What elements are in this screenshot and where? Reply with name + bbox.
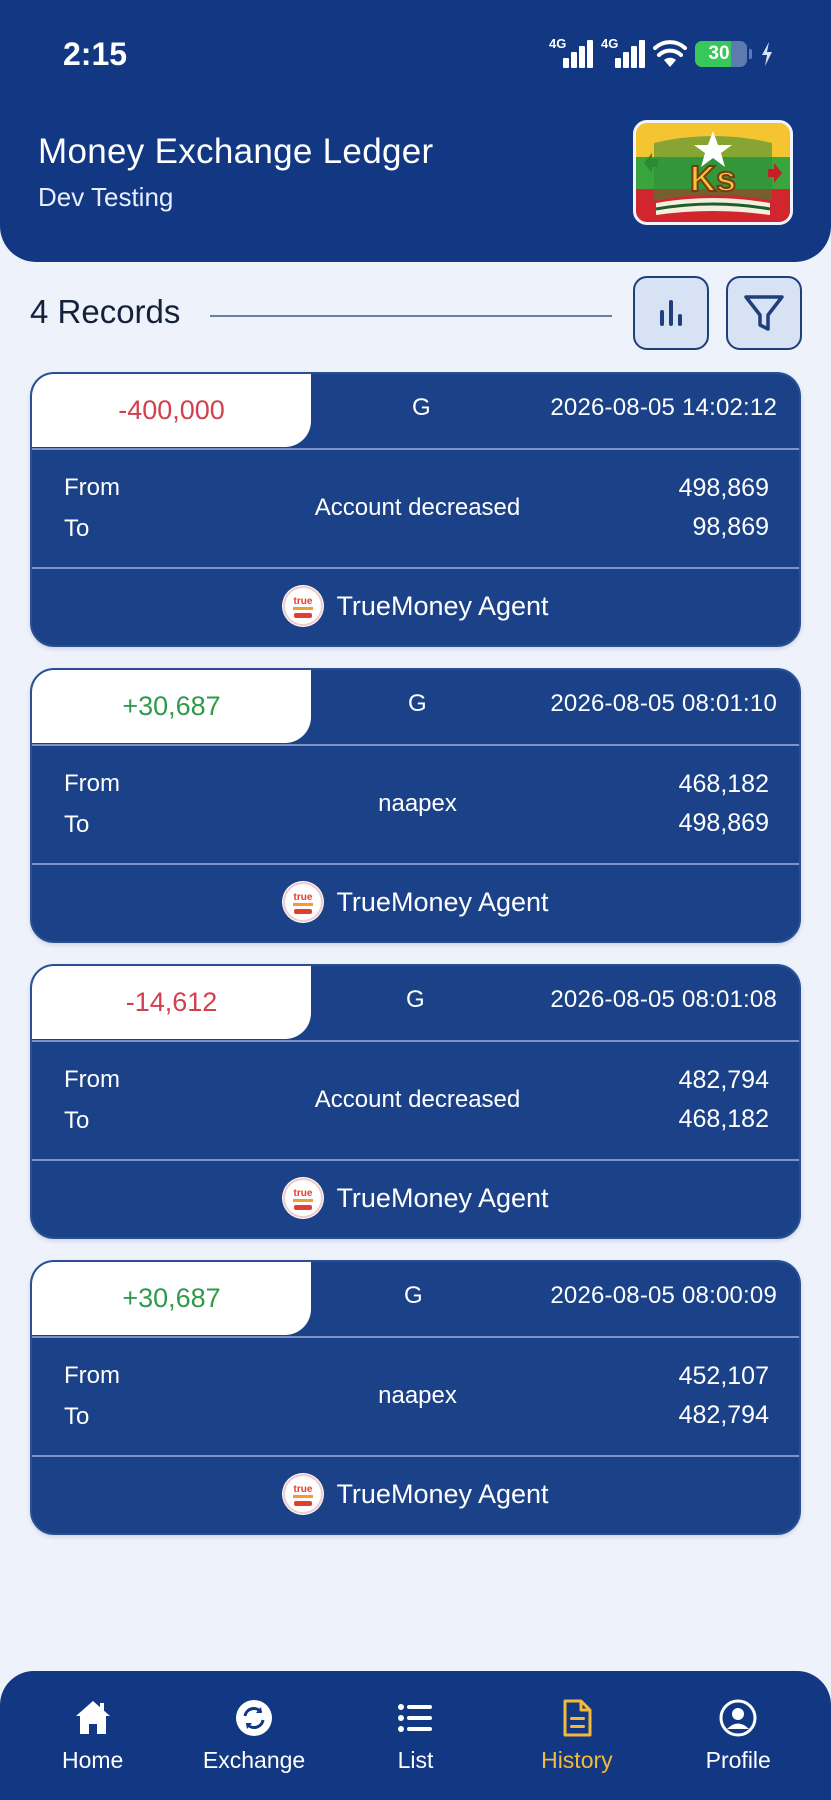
app-logo: Ks	[633, 120, 793, 225]
bar-chart-icon	[660, 300, 682, 326]
svg-text:true: true	[294, 596, 313, 607]
home-icon	[75, 1701, 110, 1734]
app-title: Money Exchange Ledger	[38, 132, 434, 171]
amount-badge: -14,612	[32, 966, 311, 1039]
agent-name: TrueMoney Agent	[336, 590, 549, 621]
from-value: 498,869	[678, 474, 769, 502]
amount-value: -400,000	[118, 395, 225, 425]
nav-exchange[interactable]: Exchange	[179, 1697, 329, 1774]
app-subtitle: Dev Testing	[38, 182, 174, 212]
to-value: 98,869	[692, 513, 769, 541]
record-card[interactable]: +30,687 G 2026-08-05 08:01:10 From To na…	[30, 668, 801, 943]
nav-list-label: List	[397, 1747, 434, 1773]
status-bar: 2:15 4G 4G 30	[0, 0, 831, 110]
currency-label: G	[412, 394, 431, 421]
agent-row: true TrueMoney Agent	[32, 880, 799, 924]
nav-home-label: Home	[62, 1747, 124, 1773]
record-card[interactable]: -400,000 G 2026-08-05 14:02:12 From To A…	[30, 372, 801, 647]
record-card[interactable]: -14,612 G 2026-08-05 08:01:08 From To Ac…	[30, 964, 801, 1239]
wifi-icon	[653, 40, 687, 67]
truemoney-logo-icon: true	[282, 1177, 325, 1219]
truemoney-logo-icon: true	[282, 585, 325, 627]
agent-name: TrueMoney Agent	[336, 1182, 549, 1213]
record-card[interactable]: +30,687 G 2026-08-05 08:00:09 From To na…	[30, 1260, 801, 1535]
nav-exchange-label: Exchange	[202, 1747, 306, 1773]
document-icon	[563, 1699, 592, 1737]
kyat-ledger-logo: Ks	[636, 123, 790, 222]
svg-text:Ks: Ks	[690, 158, 736, 199]
list-icon	[398, 1704, 433, 1732]
currency-label: G	[404, 1282, 423, 1309]
agent-row: true TrueMoney Agent	[32, 584, 799, 628]
divider	[210, 315, 612, 317]
nav-profile[interactable]: Profile	[663, 1697, 813, 1774]
agent-name: TrueMoney Agent	[336, 1478, 549, 1509]
currency-label: G	[408, 690, 427, 717]
from-value: 452,107	[678, 1362, 769, 1390]
from-value: 468,182	[678, 770, 769, 798]
amount-badge: -400,000	[32, 374, 311, 447]
truemoney-logo-icon: true	[282, 1473, 325, 1515]
nav-home[interactable]: Home	[18, 1697, 168, 1774]
truemoney-logo-icon: true	[282, 881, 325, 923]
bottom-nav: Home Exchange List History Profile	[0, 1671, 831, 1800]
status-time: 2:15	[63, 36, 128, 72]
charging-icon	[762, 42, 772, 66]
amount-badge: +30,687	[32, 670, 311, 743]
status-icons: 4G 4G 30	[549, 36, 774, 72]
agent-name: TrueMoney Agent	[336, 886, 549, 917]
timestamp: 2026-08-05 08:00:09	[550, 1282, 777, 1309]
nav-profile-label: Profile	[705, 1747, 771, 1773]
svg-text:true: true	[294, 892, 313, 903]
user-icon	[719, 1699, 757, 1737]
chart-button[interactable]	[633, 276, 709, 350]
filter-button[interactable]	[726, 276, 802, 350]
currency-label: G	[406, 986, 425, 1013]
records-count: 4 Records	[30, 293, 181, 330]
from-value: 482,794	[678, 1066, 769, 1094]
timestamp: 2026-08-05 14:02:12	[550, 394, 777, 421]
amount-value: -14,612	[125, 987, 218, 1017]
cell-signal-icon: 4G	[601, 36, 645, 70]
svg-text:true: true	[294, 1484, 313, 1495]
agent-row: true TrueMoney Agent	[32, 1472, 799, 1516]
svg-text:true: true	[294, 1188, 313, 1199]
amount-badge: +30,687	[32, 1262, 311, 1335]
nav-list[interactable]: List	[340, 1697, 490, 1774]
exchange-icon	[236, 1700, 273, 1736]
to-value: 468,182	[678, 1105, 769, 1133]
amount-value: +30,687	[122, 1283, 221, 1313]
battery-icon: 30	[695, 41, 747, 67]
to-value: 482,794	[678, 1401, 769, 1429]
agent-row: true TrueMoney Agent	[32, 1176, 799, 1220]
to-value: 498,869	[678, 809, 769, 837]
cell-signal-icon: 4G	[549, 36, 593, 70]
app-header: 2:15 4G 4G 30 Money Exchange Ledger Dev …	[0, 0, 831, 262]
timestamp: 2026-08-05 08:01:08	[550, 986, 777, 1013]
nav-history-label: History	[541, 1747, 613, 1773]
filter-icon	[744, 295, 784, 331]
timestamp: 2026-08-05 08:01:10	[550, 690, 777, 717]
amount-value: +30,687	[122, 691, 221, 721]
nav-history[interactable]: History	[502, 1697, 652, 1774]
